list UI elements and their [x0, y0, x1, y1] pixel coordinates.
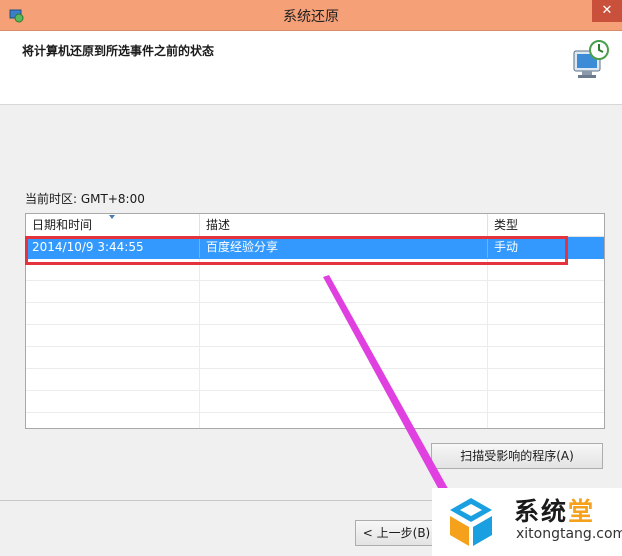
restore-computer-icon	[573, 40, 609, 78]
column-header-description[interactable]: 描述	[200, 214, 488, 236]
page-title: 将计算机还原到所选事件之前的状态	[22, 44, 215, 58]
sort-indicator-icon	[109, 215, 115, 219]
title-bar: 系统还原 ✕	[0, 0, 622, 31]
cell-description: 百度经验分享	[200, 237, 488, 258]
header-panel: 将计算机还原到所选事件之前的状态	[0, 31, 622, 105]
window-title: 系统还原	[283, 9, 339, 25]
restore-points-table[interactable]: 日期和时间 描述 类型 2014/10/9 3:44:55 百度经验分享 手动	[25, 213, 605, 429]
scan-affected-programs-button[interactable]: 扫描受影响的程序(A)	[431, 443, 603, 469]
table-header: 日期和时间 描述 类型	[26, 214, 604, 237]
site-watermark: 系统堂 xitongtang.com	[432, 488, 622, 556]
empty-row	[26, 413, 604, 428]
timezone-label: 当前时区: GMT+8:00	[25, 192, 145, 206]
watermark-url: xitongtang.com	[516, 526, 622, 542]
cell-type: 手动	[494, 240, 519, 254]
column-header-type[interactable]: 类型	[488, 214, 604, 236]
empty-row	[26, 303, 604, 325]
close-button[interactable]: ✕	[592, 0, 622, 22]
watermark-logo-icon	[450, 498, 492, 546]
watermark-text: 系统堂	[514, 497, 596, 526]
empty-row	[26, 281, 604, 303]
back-button[interactable]: < 上一步(B)	[355, 520, 438, 546]
cell-date: 2014/10/9 3:44:55	[26, 237, 200, 258]
empty-row	[26, 259, 604, 281]
empty-row	[26, 369, 604, 391]
empty-row	[26, 325, 604, 347]
table-row[interactable]: 2014/10/9 3:44:55 百度经验分享 手动	[26, 237, 604, 259]
empty-row	[26, 391, 604, 413]
empty-row	[26, 347, 604, 369]
